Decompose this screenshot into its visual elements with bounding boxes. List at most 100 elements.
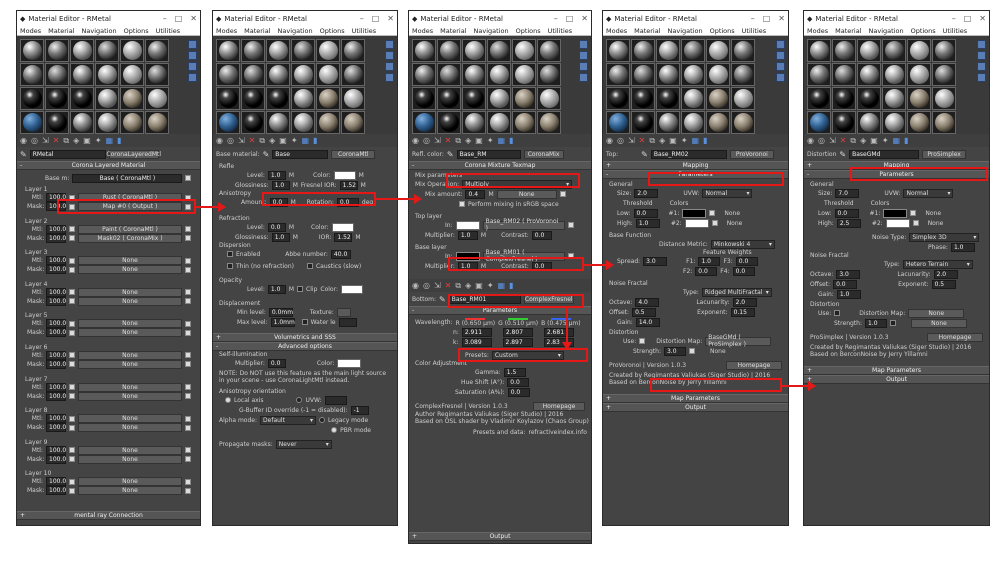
- opacity-level-field[interactable]: 1.0: [267, 284, 286, 294]
- local-axis-radio[interactable]: [225, 397, 231, 403]
- material-slot[interactable]: [437, 111, 461, 134]
- material-slot[interactable]: [20, 111, 44, 134]
- strength-checkbox[interactable]: [688, 348, 695, 354]
- material-slot[interactable]: [907, 87, 931, 110]
- material-slot[interactable]: [70, 87, 94, 110]
- ior-field[interactable]: 1.52: [339, 180, 358, 190]
- material-slot[interactable]: [45, 39, 69, 62]
- layer-mtl-amount[interactable]: 100.0: [46, 414, 66, 424]
- tiling-icon[interactable]: [776, 73, 785, 82]
- material-slot[interactable]: [606, 63, 630, 86]
- background-icon[interactable]: [977, 62, 986, 71]
- material-slot[interactable]: [120, 63, 144, 86]
- material-slot[interactable]: [462, 63, 486, 86]
- layer-mask-spinner[interactable]: [69, 393, 75, 400]
- material-slot[interactable]: [606, 111, 630, 134]
- min-field[interactable]: 0.0mm: [268, 307, 293, 317]
- maximize-icon[interactable]: □: [175, 14, 183, 23]
- minimize-icon[interactable]: –: [360, 14, 364, 23]
- material-slot[interactable]: [832, 111, 856, 134]
- top-map-checkbox[interactable]: [567, 222, 574, 228]
- material-slot[interactable]: [266, 87, 290, 110]
- level-field[interactable]: 1.0: [267, 170, 286, 180]
- layer-mtl-button[interactable]: None: [78, 319, 182, 329]
- pick-icon[interactable]: ✎: [263, 150, 270, 159]
- layer-mtl-checkbox[interactable]: [185, 320, 191, 327]
- material-slot[interactable]: [341, 39, 365, 62]
- library-icon[interactable]: ▣: [83, 136, 91, 145]
- base-enable-checkbox[interactable]: [185, 175, 192, 181]
- layer-mask-amount[interactable]: 100.0: [46, 328, 66, 338]
- size-field[interactable]: 2.0: [634, 188, 659, 198]
- type-dropdown[interactable]: Ridged MultiFractal: [701, 287, 772, 297]
- propagate-dropdown[interactable]: Never: [275, 439, 332, 449]
- layer-mtl-button[interactable]: None: [78, 445, 182, 455]
- offset-field[interactable]: 0.5: [632, 307, 657, 317]
- mult-field[interactable]: 0.0: [267, 358, 286, 368]
- material-slot[interactable]: [20, 63, 44, 86]
- menu-navigation[interactable]: Navigation: [278, 27, 313, 35]
- close-icon[interactable]: ✕: [581, 14, 588, 23]
- material-slot[interactable]: [537, 87, 561, 110]
- minimize-icon[interactable]: –: [751, 14, 755, 23]
- layer-mtl-amount[interactable]: 100.0: [46, 287, 66, 297]
- material-slot[interactable]: [241, 63, 265, 86]
- get-material-icon[interactable]: ◉: [807, 136, 814, 145]
- layer-mtl-spinner[interactable]: [69, 384, 75, 391]
- layer-mtl-checkbox[interactable]: [185, 478, 191, 485]
- rollout-map-params[interactable]: Map Parameters: [603, 394, 788, 403]
- rollout-mapping[interactable]: Mapping: [603, 161, 788, 170]
- sample-type-icon[interactable]: [385, 40, 394, 49]
- material-slot[interactable]: [606, 87, 630, 110]
- unique-icon[interactable]: ◈: [860, 136, 866, 145]
- background-icon[interactable]: [776, 62, 785, 71]
- layer-mask-amount[interactable]: 100.0: [46, 391, 66, 401]
- map-type-button[interactable]: ProVoronoi: [729, 149, 774, 159]
- layer-mask-spinner[interactable]: [69, 329, 75, 336]
- material-slot[interactable]: [45, 111, 69, 134]
- copy-icon[interactable]: ⧉: [259, 136, 265, 146]
- layer-mtl-spinner[interactable]: [69, 478, 75, 485]
- material-slot[interactable]: [537, 63, 561, 86]
- material-slot[interactable]: [70, 63, 94, 86]
- close-icon[interactable]: ✕: [979, 14, 986, 23]
- material-slot[interactable]: [316, 39, 340, 62]
- color1-map[interactable]: None: [724, 210, 740, 217]
- material-slot[interactable]: [681, 39, 705, 62]
- put-material-icon-2[interactable]: ◎: [423, 281, 430, 290]
- unique-icon[interactable]: ◈: [73, 136, 79, 145]
- material-slot[interactable]: [807, 87, 831, 110]
- material-slot[interactable]: [70, 39, 94, 62]
- menu-modes[interactable]: Modes: [216, 27, 237, 35]
- material-slot[interactable]: [631, 111, 655, 134]
- alpha-dropdown[interactable]: Default: [260, 415, 317, 425]
- legacy-radio[interactable]: [319, 417, 326, 423]
- material-slot[interactable]: [512, 111, 536, 134]
- n-r-field[interactable]: 2.911: [461, 327, 492, 337]
- layer-mask-checkbox[interactable]: [185, 456, 191, 463]
- library-icon[interactable]: ▣: [279, 136, 287, 145]
- show-end-icon[interactable]: ▮: [509, 136, 513, 145]
- gamma-field[interactable]: 1.5: [503, 367, 526, 377]
- material-slot[interactable]: [932, 63, 956, 86]
- show-map-icon[interactable]: ▦: [893, 136, 901, 145]
- size-field[interactable]: 7.0: [835, 188, 860, 198]
- color1-swatch[interactable]: [682, 208, 707, 218]
- layer-mask-checkbox[interactable]: [185, 298, 191, 305]
- sat-field[interactable]: 0.0: [507, 387, 530, 397]
- exponent-field[interactable]: 0.15: [730, 307, 755, 317]
- reset-icon[interactable]: ✕: [249, 136, 256, 145]
- material-slot[interactable]: [731, 63, 755, 86]
- material-slot[interactable]: [412, 111, 436, 134]
- reset-icon[interactable]: ✕: [840, 136, 847, 145]
- material-slot[interactable]: [512, 87, 536, 110]
- octave-field[interactable]: 4.0: [635, 297, 660, 307]
- effects-icon[interactable]: ✦: [291, 136, 298, 145]
- layer-mtl-amount[interactable]: 100.0: [46, 256, 66, 266]
- material-slot[interactable]: [291, 111, 315, 134]
- menu-navigation[interactable]: Navigation: [668, 27, 703, 35]
- f4-field[interactable]: 0.0: [732, 266, 755, 276]
- rollout-output[interactable]: Output: [409, 532, 591, 541]
- layer-mask-checkbox[interactable]: [185, 424, 191, 431]
- layer-mtl-checkbox[interactable]: [185, 415, 191, 422]
